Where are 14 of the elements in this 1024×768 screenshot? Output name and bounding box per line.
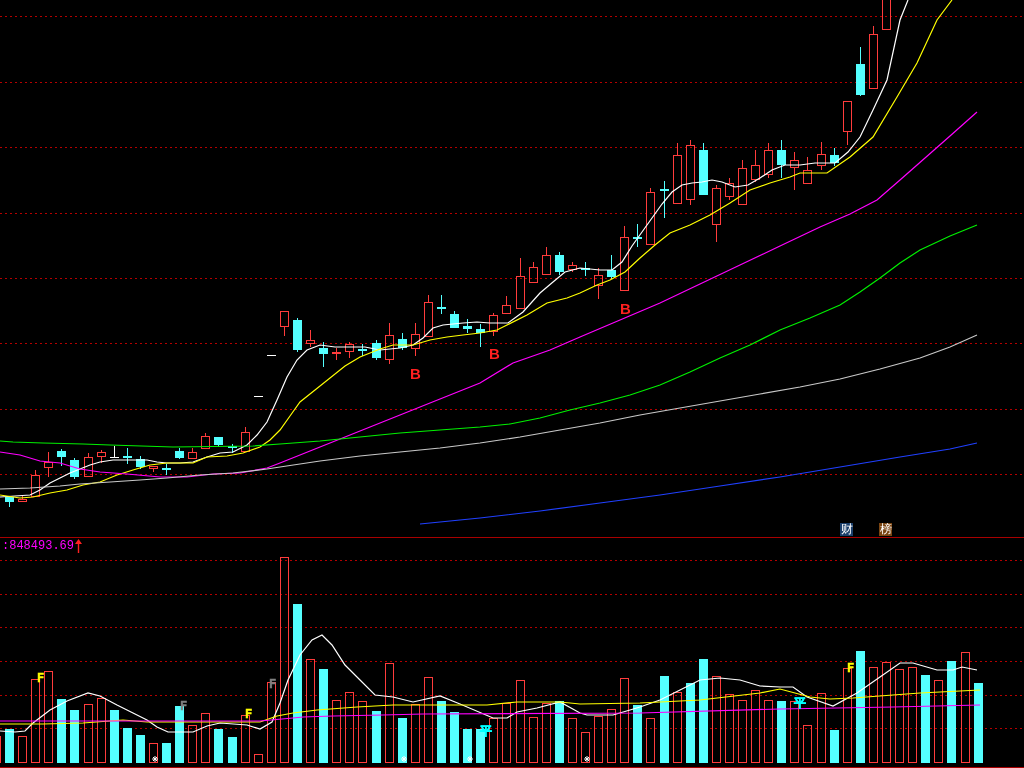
marker-label: F xyxy=(37,671,45,685)
asterisk-icon xyxy=(583,755,591,763)
asterisk-icon xyxy=(400,755,408,763)
signal-label: B xyxy=(489,345,500,362)
asterisk-icon xyxy=(466,755,474,763)
indicator-badge[interactable]: 榜 xyxy=(879,523,892,536)
signal-label: B xyxy=(410,365,421,382)
indicator-badge[interactable]: 财 xyxy=(840,523,853,536)
signal-label: B xyxy=(620,300,631,317)
asterisk-icon xyxy=(151,755,159,763)
up-arrow-icon xyxy=(75,539,82,553)
marker-label: F xyxy=(180,699,188,713)
volume-reading: :848493.69 xyxy=(2,539,74,553)
marker-label: 平 xyxy=(794,696,806,710)
